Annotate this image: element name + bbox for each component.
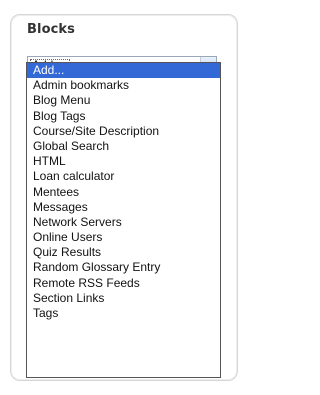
dropdown-option-course-site-description[interactable]: Course/Site Description bbox=[27, 124, 220, 139]
dropdown-option-messages[interactable]: Messages bbox=[27, 200, 220, 215]
dropdown-option-network-servers[interactable]: Network Servers bbox=[27, 215, 220, 230]
add-block-dropdown-list[interactable]: Add... Admin bookmarks Blog Menu Blog Ta… bbox=[26, 62, 221, 378]
dropdown-option-section-links[interactable]: Section Links bbox=[27, 291, 220, 306]
dropdown-option-tags[interactable]: Tags bbox=[27, 306, 220, 321]
dropdown-option-html[interactable]: HTML bbox=[27, 154, 220, 169]
dropdown-option-global-search[interactable]: Global Search bbox=[27, 139, 220, 154]
dropdown-option-blog-tags[interactable]: Blog Tags bbox=[27, 109, 220, 124]
dropdown-option-loan-calculator[interactable]: Loan calculator bbox=[27, 169, 220, 184]
dropdown-option-random-glossary-entry[interactable]: Random Glossary Entry bbox=[27, 260, 220, 275]
dropdown-option-admin-bookmarks[interactable]: Admin bookmarks bbox=[27, 78, 220, 93]
dropdown-option-quiz-results[interactable]: Quiz Results bbox=[27, 245, 220, 260]
dropdown-option-add[interactable]: Add... bbox=[27, 63, 220, 79]
dropdown-option-online-users[interactable]: Online Users bbox=[27, 230, 220, 245]
dropdown-option-mentees[interactable]: Mentees bbox=[27, 185, 220, 200]
blocks-title: Blocks bbox=[27, 22, 75, 37]
dropdown-option-blog-menu[interactable]: Blog Menu bbox=[27, 93, 220, 108]
dropdown-option-remote-rss-feeds[interactable]: Remote RSS Feeds bbox=[27, 276, 220, 291]
